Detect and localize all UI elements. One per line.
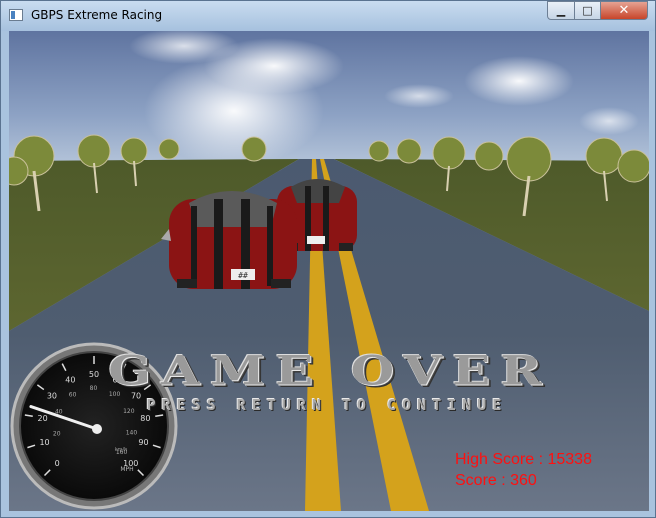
high-score-text: High Score : 15338 — [455, 451, 592, 468]
gauge-mph-label: 80 — [140, 414, 150, 423]
score-text: Score : 360 — [455, 472, 537, 489]
speed-unit-small: km/h — [115, 447, 128, 453]
minimize-button[interactable]: ▁ — [547, 1, 575, 20]
press-return-prompt: PRESS RETURN TO CONTINUE — [146, 396, 508, 414]
window-title: GBPS Extreme Racing — [31, 8, 163, 22]
player-car: ## — [161, 191, 297, 289]
close-icon: ✕ — [618, 3, 630, 18]
maximize-button[interactable]: □ — [574, 1, 601, 20]
cloud — [464, 56, 574, 106]
close-button[interactable]: ✕ — [600, 1, 648, 20]
title-bar[interactable]: GBPS Extreme Racing ▁ □ ✕ — [1, 1, 655, 31]
gauge-mph-label: 0 — [55, 459, 60, 468]
game-window: GBPS Extreme Racing ▁ □ ✕ ## 0 10 20 30 … — [0, 0, 656, 518]
gauge-mph-label: 10 — [39, 438, 49, 447]
minimize-icon: ▁ — [556, 4, 566, 17]
gauge-mph-label: 90 — [138, 438, 148, 447]
cloud — [384, 84, 454, 108]
speed-unit-label: MPH — [120, 466, 133, 473]
app-icon[interactable] — [9, 9, 23, 21]
gauge-mph-label: 20 — [38, 414, 48, 423]
game-viewport[interactable]: ## 0 10 20 30 40 50 60 70 80 90 100 20 40 60 80 100 120… — [9, 31, 649, 511]
maximize-icon: □ — [582, 4, 593, 17]
license-plate: ## — [238, 271, 248, 280]
cloud — [579, 107, 639, 135]
gauge-kmh-label: 20 — [53, 431, 61, 438]
game-over-title: GAME OVER — [108, 346, 552, 395]
race-scene: ## 0102030405060708090100 20406080100120… — [9, 31, 649, 511]
needle-hub — [92, 424, 102, 434]
gauge-kmh-label: 140 — [126, 430, 138, 437]
